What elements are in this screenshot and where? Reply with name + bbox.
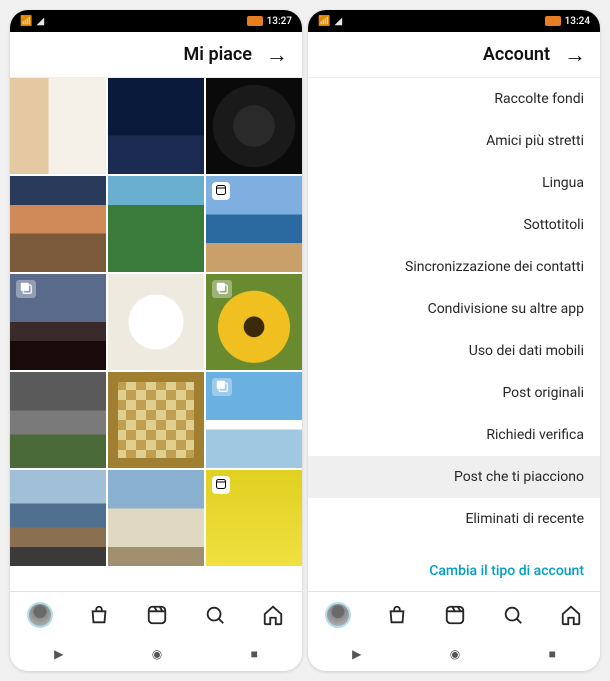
- android-home[interactable]: ◉: [450, 647, 460, 661]
- page-title: Mi piace: [184, 44, 252, 65]
- menu-item[interactable]: Post originali: [308, 372, 600, 414]
- android-recent[interactable]: ■: [549, 647, 556, 661]
- post-thumbnail[interactable]: [206, 372, 302, 468]
- back-icon[interactable]: →: [564, 42, 586, 68]
- menu-item[interactable]: Sincronizzazione dei contatti: [308, 246, 600, 288]
- menu-item[interactable]: Condivisione su altre app: [308, 288, 600, 330]
- post-thumbnail[interactable]: [10, 176, 106, 272]
- post-thumbnail[interactable]: [108, 274, 204, 370]
- nav-profile[interactable]: [325, 602, 351, 628]
- liked-posts-grid: [10, 78, 302, 591]
- android-nav: ▶ ◉ ■: [308, 637, 600, 671]
- wifi-icon: 📶: [20, 16, 32, 27]
- page-title: Account: [483, 44, 550, 65]
- menu-item[interactable]: Raccolte fondi: [308, 78, 600, 120]
- android-back[interactable]: ▶: [352, 647, 361, 661]
- back-icon[interactable]: →: [266, 42, 288, 68]
- post-thumbnail[interactable]: [10, 78, 106, 174]
- status-time: 13:24: [565, 16, 590, 27]
- bottom-nav: [10, 591, 302, 637]
- battery-icon: [247, 16, 263, 26]
- post-thumbnail[interactable]: [108, 372, 204, 468]
- nav-home[interactable]: [559, 603, 583, 627]
- android-back[interactable]: ▶: [54, 647, 63, 661]
- menu-item[interactable]: Sottotitoli: [308, 204, 600, 246]
- carousel-icon: [212, 378, 232, 396]
- nav-search[interactable]: [501, 603, 525, 627]
- carousel-icon: [212, 280, 232, 298]
- reel-icon: [212, 476, 230, 494]
- menu-item[interactable]: Lingua: [308, 162, 600, 204]
- nav-search[interactable]: [203, 603, 227, 627]
- post-thumbnail[interactable]: [108, 78, 204, 174]
- nav-profile[interactable]: [27, 602, 53, 628]
- post-thumbnail[interactable]: [206, 176, 302, 272]
- signal-icon: ◢: [334, 16, 342, 27]
- post-thumbnail[interactable]: [108, 470, 204, 566]
- status-time: 13:27: [267, 16, 292, 27]
- menu-item[interactable]: Uso dei dati mobili: [308, 330, 600, 372]
- menu-item[interactable]: Amici più stretti: [308, 120, 600, 162]
- header: Account →: [308, 32, 600, 78]
- post-thumbnail[interactable]: [10, 372, 106, 468]
- battery-icon: [545, 16, 561, 26]
- menu-item[interactable]: Post che ti piacciono: [308, 456, 600, 498]
- nav-reels[interactable]: [145, 603, 169, 627]
- account-menu: Raccolte fondiAmici più strettiLinguaSot…: [308, 78, 600, 591]
- status-bar: 📶 ◢ 13:24: [308, 10, 600, 32]
- nav-shop[interactable]: [385, 603, 409, 627]
- nav-reels[interactable]: [443, 603, 467, 627]
- signal-icon: ◢: [36, 16, 44, 27]
- post-thumbnail[interactable]: [108, 176, 204, 272]
- menu-item[interactable]: Richiedi verifica: [308, 414, 600, 456]
- phone-right: 📶 ◢ 13:24 Account → Raccolte fondiAmici …: [308, 10, 600, 671]
- android-home[interactable]: ◉: [152, 647, 162, 661]
- nav-home[interactable]: [261, 603, 285, 627]
- header: Mi piace →: [10, 32, 302, 78]
- menu-item[interactable]: Cambia il tipo di account: [308, 550, 600, 591]
- post-thumbnail[interactable]: [206, 470, 302, 566]
- bottom-nav: [308, 591, 600, 637]
- android-nav: ▶ ◉ ■: [10, 637, 302, 671]
- post-thumbnail[interactable]: [206, 78, 302, 174]
- menu-item[interactable]: Eliminati di recente: [308, 498, 600, 540]
- post-thumbnail[interactable]: [206, 274, 302, 370]
- post-thumbnail[interactable]: [10, 274, 106, 370]
- post-thumbnail[interactable]: [10, 470, 106, 566]
- phone-left: 📶 ◢ 13:27 Mi piace → ▶ ◉ ■: [10, 10, 302, 671]
- nav-shop[interactable]: [87, 603, 111, 627]
- status-bar: 📶 ◢ 13:27: [10, 10, 302, 32]
- reel-icon: [212, 182, 230, 200]
- carousel-icon: [16, 280, 36, 298]
- wifi-icon: 📶: [318, 16, 330, 27]
- android-recent[interactable]: ■: [251, 647, 258, 661]
